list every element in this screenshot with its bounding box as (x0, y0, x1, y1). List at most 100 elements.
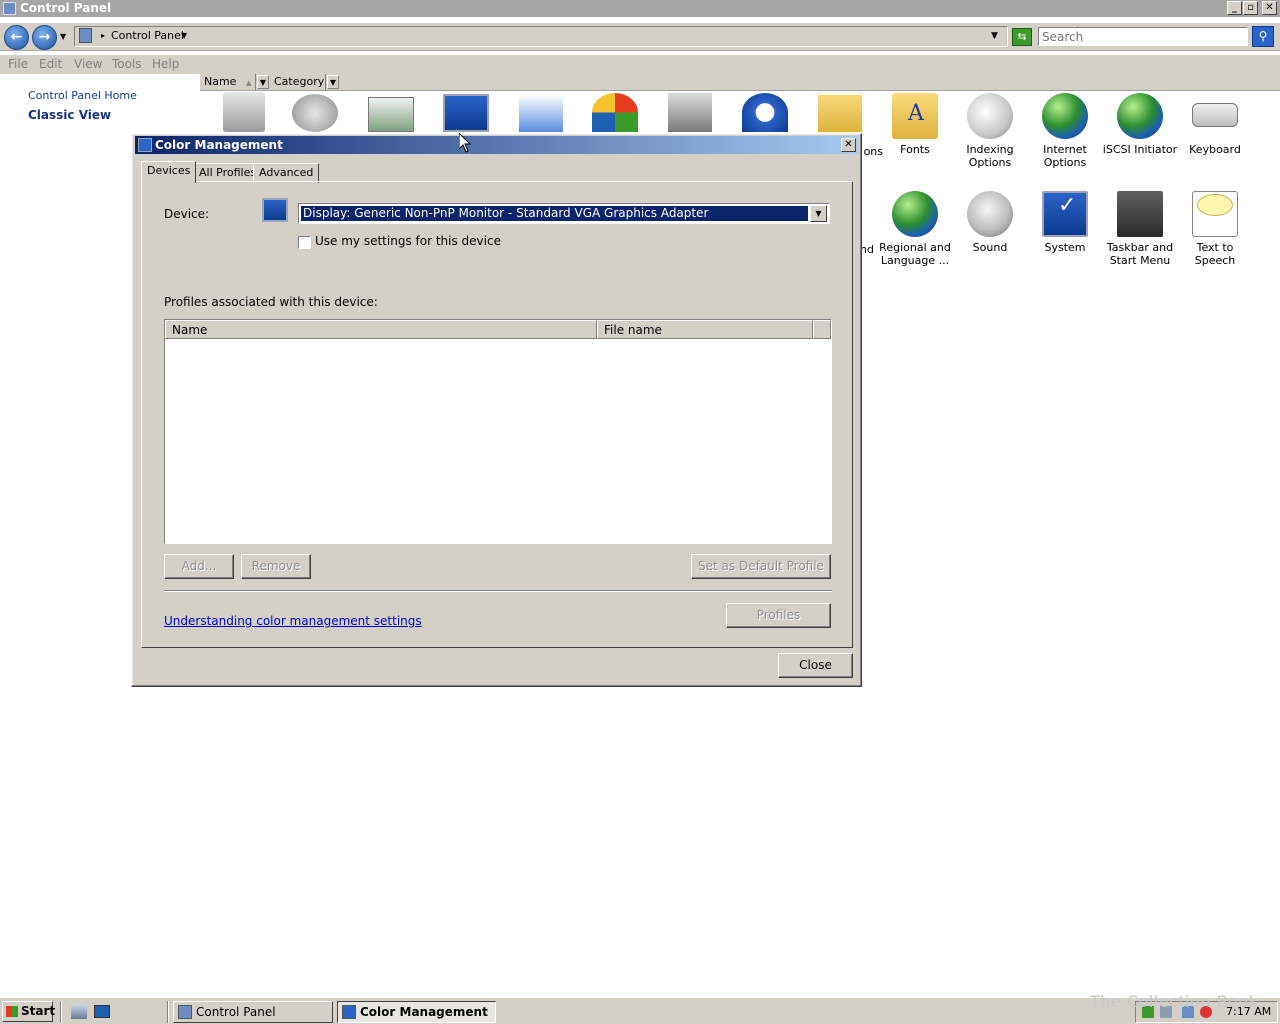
chevron-down-icon[interactable]: ▼ (810, 205, 827, 222)
list-header-name[interactable]: Name (165, 320, 597, 339)
dialog-close-icon[interactable]: ✕ (841, 138, 856, 152)
color-management-icon[interactable] (443, 94, 489, 132)
minimize-button[interactable]: _ (1227, 1, 1242, 15)
icon-label: Regional and Language ... (879, 241, 951, 267)
breadcrumb-control-panel[interactable]: Control Panel (111, 29, 184, 42)
classic-view-link[interactable]: Classic View (28, 108, 111, 122)
taskbar-item-control-panel[interactable]: Control Panel (173, 1001, 333, 1023)
sound-icon (967, 191, 1013, 237)
icon-sound[interactable]: Sound (952, 191, 1028, 254)
breadcrumb-dropdown-icon[interactable]: ▼ (181, 31, 187, 40)
icon-keyboard[interactable]: Keyboard (1177, 93, 1253, 156)
profiles-associated-label: Profiles associated with this device: (164, 295, 378, 309)
close-window-button[interactable]: ✕ (1262, 1, 1277, 15)
icon-internet-options[interactable]: Internet Options (1027, 93, 1103, 169)
separator (164, 590, 832, 592)
default-programs-icon[interactable] (592, 93, 638, 132)
column-name-filter-icon[interactable]: ▼ (257, 75, 269, 89)
profiles-button[interactable]: Profiles (726, 603, 831, 628)
menu-help[interactable]: Help (152, 57, 179, 71)
control-panel-icon (178, 1005, 192, 1019)
control-panel-icon (79, 28, 92, 43)
add-hardware-icon[interactable] (223, 92, 265, 132)
icon-label: Internet Options (1043, 143, 1087, 169)
icon-label: Keyboard (1189, 143, 1241, 156)
color-management-icon (138, 138, 152, 152)
understanding-color-management-link[interactable]: Understanding color management settings (164, 614, 422, 628)
recent-pages-chevron-icon[interactable]: ▼ (60, 32, 66, 41)
back-button[interactable]: ← (4, 25, 29, 50)
control-panel-icon (3, 2, 16, 15)
control-panel-home-link[interactable]: Control Panel Home (28, 89, 137, 102)
close-button[interactable]: Close (778, 653, 853, 678)
device-select[interactable]: Display: Generic Non-PnP Monitor - Stand… (298, 203, 830, 224)
use-my-settings-checkbox[interactable] (298, 236, 311, 249)
device-select-value: Display: Generic Non-PnP Monitor - Stand… (300, 205, 809, 222)
add-button[interactable]: Add... (164, 554, 234, 579)
use-my-settings-label[interactable]: Use my settings for this device (315, 234, 501, 248)
breadcrumb-chevron-icon[interactable]: ▸ (101, 31, 105, 40)
autoplay-icon[interactable] (368, 97, 414, 132)
internet-options-icon (1042, 93, 1088, 139)
icon-label: Taskbar and Start Menu (1106, 241, 1174, 267)
maximize-button[interactable]: ▫ (1243, 1, 1258, 15)
icon-iscsi-initiator[interactable]: iSCSI Initiator (1102, 93, 1178, 156)
icon-text-to-speech[interactable]: Text to Speech (1177, 191, 1253, 267)
forward-button[interactable]: → (32, 25, 57, 50)
menu-edit[interactable]: Edit (39, 57, 62, 71)
color-management-icon (342, 1005, 356, 1019)
column-category-label: Category (274, 75, 325, 88)
column-category-filter-icon[interactable]: ▼ (327, 75, 339, 89)
taskbar-item-label: Color Management (360, 1005, 488, 1019)
list-header-file-name[interactable]: File name (597, 320, 813, 339)
search-input[interactable] (1038, 27, 1248, 46)
list-header-filler (813, 320, 831, 339)
monitor-icon (262, 198, 288, 222)
column-name-label: Name (204, 75, 237, 88)
indexing-options-icon (967, 93, 1013, 139)
set-default-profile-button[interactable]: Set as Default Profile (691, 554, 831, 579)
keyboard-icon (1192, 103, 1238, 127)
iscsi-initiator-icon (1117, 93, 1163, 139)
regional-language-icon (892, 191, 938, 237)
start-button[interactable]: Start (2, 1001, 56, 1022)
tab-advanced[interactable]: Advanced (253, 163, 320, 183)
show-desktop-icon[interactable] (94, 1005, 110, 1018)
refresh-icon[interactable]: ⇆ (1012, 28, 1032, 46)
tab-devices[interactable]: Devices (141, 161, 197, 183)
address-box[interactable]: ▸ Control Panel ▼ ▼ (74, 26, 1008, 47)
date-time-icon[interactable] (519, 95, 563, 132)
taskbar-separator (60, 1001, 62, 1023)
icon-label: Sound (972, 241, 1008, 254)
search-icon[interactable]: ⚲ (1252, 26, 1274, 47)
administrative-tools-icon[interactable] (292, 94, 338, 132)
fonts-folder-icon: A (892, 93, 938, 139)
menu-view[interactable]: View (74, 57, 102, 71)
color-management-dialog: Color Management ✕ Devices All Profiles … (131, 133, 862, 687)
window-title: Control Panel (20, 1, 112, 15)
column-headers: Name ▲ ▼ Category ▼ (200, 74, 1280, 91)
sort-ascending-icon: ▲ (245, 79, 252, 87)
taskbar-item-color-management[interactable]: Color Management (337, 1001, 496, 1023)
address-dropdown-icon[interactable]: ▼ (991, 31, 998, 41)
control-panel-titlebar[interactable]: Control Panel _ ▫ ✕ (0, 0, 1280, 17)
dialog-titlebar[interactable]: Color Management ✕ (135, 136, 858, 154)
start-label: Start (21, 1004, 56, 1018)
icon-fonts[interactable]: A Fonts (877, 93, 953, 156)
icon-system[interactable]: ✓ System (1027, 191, 1103, 254)
remove-button[interactable]: Remove (241, 554, 311, 579)
ease-of-access-icon[interactable] (742, 93, 788, 132)
menu-tools[interactable]: Tools (112, 57, 142, 71)
device-manager-icon[interactable] (668, 93, 712, 132)
tab-all-profiles[interactable]: All Profiles (193, 163, 263, 183)
icon-regional-language[interactable]: Regional and Language ... (877, 191, 953, 267)
server-manager-icon[interactable] (71, 1004, 87, 1019)
icon-indexing-options[interactable]: Indexing Options (952, 93, 1028, 169)
column-category-header[interactable]: Category (270, 74, 326, 91)
column-name-header[interactable]: Name ▲ (200, 74, 256, 91)
taskbar-start-menu-icon (1117, 191, 1163, 237)
profiles-list[interactable]: Name File name (164, 319, 832, 544)
address-toolbar: ← → ▼ ▸ Control Panel ▼ ▼ ⇆ ⚲ (0, 23, 1280, 51)
icon-taskbar-start-menu[interactable]: Taskbar and Start Menu (1102, 191, 1178, 267)
menu-file[interactable]: File (8, 57, 28, 71)
